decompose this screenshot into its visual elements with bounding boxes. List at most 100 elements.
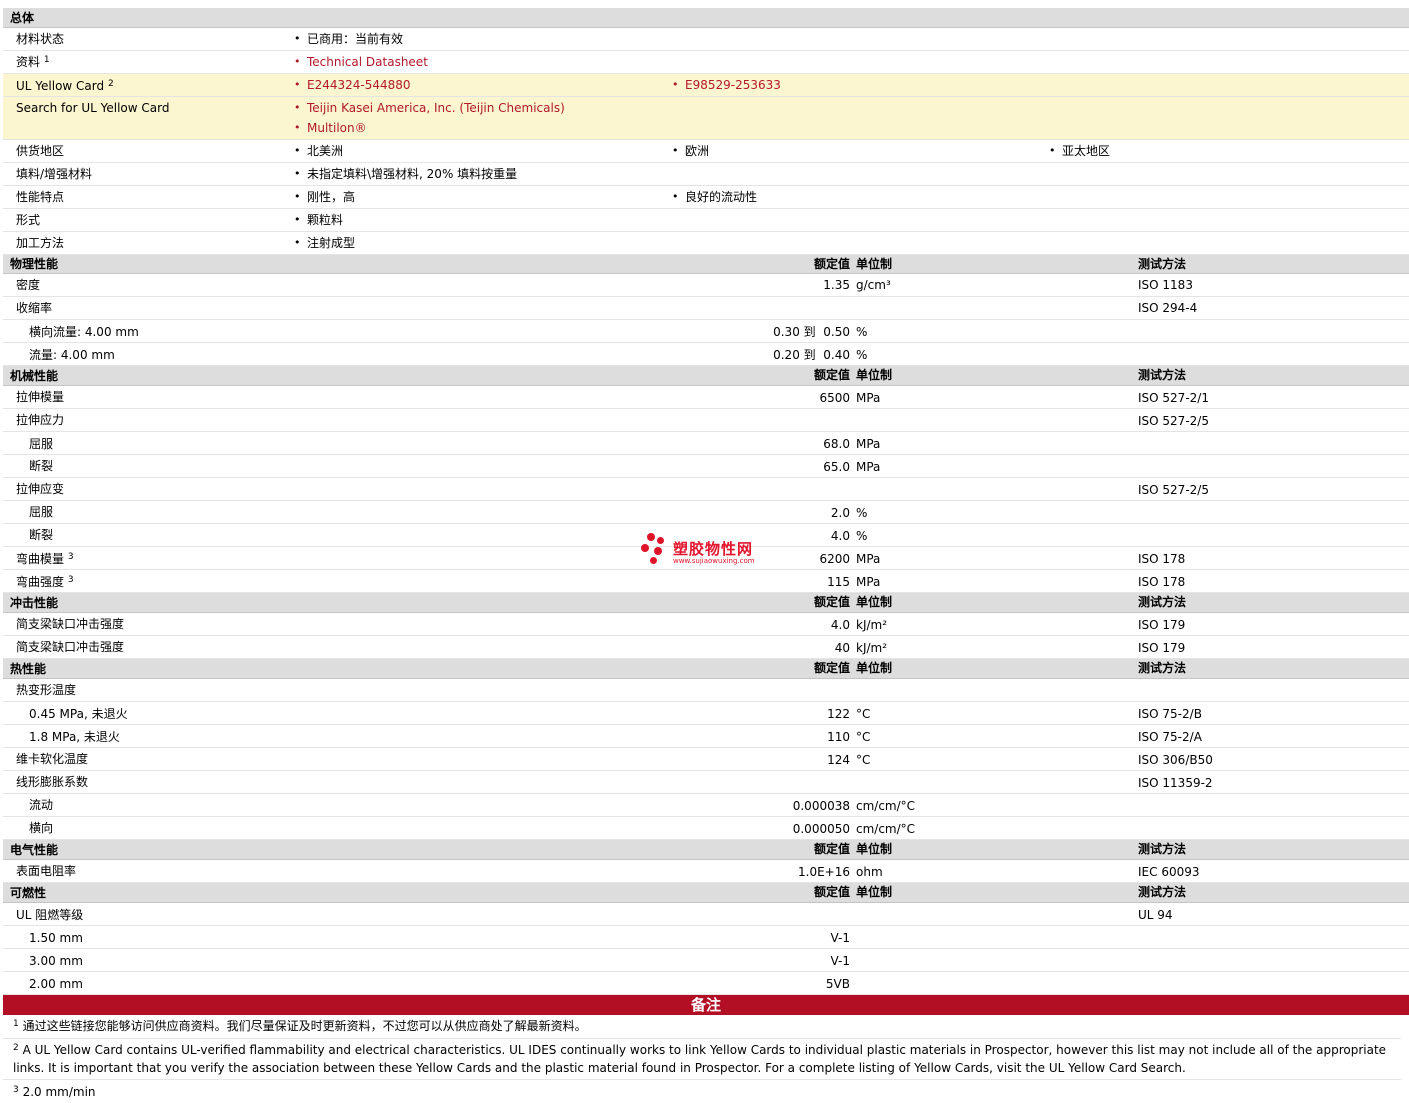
footnote-text: 通过这些链接您能够访问供应商资料。我们尽量保证及时更新资料，不过您可以从供应商处… — [22, 1019, 587, 1033]
column-header-method: 测试方法 — [1138, 595, 1187, 609]
property-value: 6200 — [819, 552, 850, 566]
property-label: 密度 — [16, 278, 41, 292]
row-processing: 加工方法 注射成型 — [3, 232, 1409, 255]
property-value: 0.30 到 0.50 — [773, 325, 850, 339]
row-documents: 资料 1 Technical Datasheet — [3, 51, 1409, 74]
property-value: V-1 — [830, 954, 850, 968]
property-row: 屈服 2.0 % — [3, 501, 1409, 524]
column-header-nominal: 额定值 — [813, 368, 850, 382]
property-label: 拉伸应力 — [16, 413, 65, 427]
property-method: ISO 179 — [1138, 618, 1186, 632]
property-unit: kJ/m² — [856, 618, 888, 632]
column-header-unit: 单位制 — [856, 661, 893, 675]
footnote: 3 2.0 mm/min — [3, 1083, 1401, 1103]
footnote-number: 3 — [13, 1085, 19, 1095]
label-text: UL Yellow Card — [16, 79, 105, 93]
property-method: ISO 306/B50 — [1138, 753, 1213, 767]
property-value: 0.20 到 0.40 — [773, 348, 850, 362]
column-header-nominal: 额定值 — [813, 595, 850, 609]
property-unit: MPa — [856, 552, 881, 566]
row-material-status: 材料状态 已商用：当前有效 — [3, 28, 1409, 51]
label-text: 弯曲模量 — [16, 552, 65, 566]
row-search-ul-card: Search for UL Yellow Card Teijin Kasei A… — [3, 97, 1409, 140]
property-row: 表面电阻率 1.0E+16 ohm IEC 60093 — [3, 860, 1409, 883]
property-label: 维卡软化温度 — [16, 752, 89, 766]
property-row: 拉伸应力 ISO 527-2/5 — [3, 409, 1409, 432]
footnote-number: 1 — [13, 1019, 19, 1029]
property-row: 1.50 mm V-1 — [3, 926, 1409, 949]
ul-card-link[interactable]: E98529-253633 — [669, 77, 781, 93]
property-unit: MPa — [856, 460, 881, 474]
property-row: 简支梁缺口冲击强度 40 kJ/m² ISO 179 — [3, 636, 1409, 659]
column-header-method: 测试方法 — [1138, 257, 1187, 271]
footnote: 1 通过这些链接您能够访问供应商资料。我们尽量保证及时更新资料，不过您可以从供应… — [3, 1017, 1401, 1039]
ul-card-link[interactable]: E244324-544880 — [291, 77, 411, 93]
footnote-text: A UL Yellow Card contains UL-verified fl… — [13, 1043, 1387, 1075]
row-ul-yellow-card: UL Yellow Card 2 E244324-544880 E98529-2… — [3, 74, 1409, 97]
property-label: UL 阻燃等级 — [16, 908, 84, 922]
tradename-link[interactable]: Multilon® — [291, 120, 367, 136]
property-unit: cm/cm/°C — [856, 799, 916, 813]
row-form: 形式 颗粒料 — [3, 209, 1409, 232]
property-label: 简支梁缺口冲击强度 — [16, 640, 125, 654]
row-features: 性能特点 刚性，高 良好的流动性 — [3, 186, 1409, 209]
property-label: 表面电阻率 — [16, 864, 77, 878]
property-value: 2.0 — [830, 506, 850, 520]
property-value: 110 — [827, 730, 850, 744]
property-unit: % — [856, 506, 868, 520]
column-header-nominal: 额定值 — [813, 257, 850, 271]
section-title: 热性能 — [10, 662, 47, 676]
logo-dot-icon — [654, 547, 662, 555]
property-method: UL 94 — [1138, 908, 1173, 922]
footnote-ref: 3 — [67, 575, 74, 585]
property-row: 热变形温度 — [3, 679, 1409, 702]
property-label: 拉伸应变 — [16, 482, 65, 496]
section-mechanical-header: 机械性能 额定值 单位制 测试方法 — [3, 366, 1409, 386]
property-value: 40 — [834, 641, 850, 655]
property-method: ISO 75-2/B — [1138, 707, 1202, 721]
property-value: 65.0 — [823, 460, 850, 474]
property-row: 弯曲强度 3 115 MPa ISO 178 — [3, 570, 1409, 593]
property-label: 屈服 — [29, 505, 54, 519]
row-label: 形式 — [16, 213, 41, 227]
property-row: 简支梁缺口冲击强度 4.0 kJ/m² ISO 179 — [3, 613, 1409, 636]
property-method: ISO 75-2/A — [1138, 730, 1202, 744]
property-label: 1.50 mm — [29, 931, 83, 945]
property-unit: % — [856, 348, 868, 362]
property-label: 0.45 MPa, 未退火 — [29, 707, 128, 721]
property-unit: °C — [856, 753, 871, 767]
property-label: 简支梁缺口冲击强度 — [16, 617, 125, 631]
row-regions: 供货地区 北美洲 欧洲 亚太地区 — [3, 140, 1409, 163]
footnote-ref: 2 — [107, 79, 114, 89]
property-value: 68.0 — [823, 437, 850, 451]
property-unit: % — [856, 325, 868, 339]
property-value: 124 — [827, 753, 850, 767]
property-label: 流动 — [29, 798, 54, 812]
technical-datasheet-link[interactable]: Technical Datasheet — [291, 54, 428, 70]
property-method: ISO 178 — [1138, 575, 1186, 589]
property-method: ISO 178 — [1138, 552, 1186, 566]
region-item: 北美洲 — [291, 143, 343, 159]
property-value: 5VB — [825, 977, 850, 991]
row-value: 颗粒料 — [291, 212, 343, 228]
property-row: 2.00 mm 5VB — [3, 972, 1409, 995]
property-label: 横向流量: 4.00 mm — [29, 325, 139, 339]
property-unit: °C — [856, 730, 871, 744]
property-unit: ohm — [856, 865, 883, 879]
property-value: 4.0 — [830, 529, 850, 543]
column-header-unit: 单位制 — [856, 595, 893, 609]
column-header-method: 测试方法 — [1138, 661, 1187, 675]
supplier-link[interactable]: Teijin Kasei America, Inc. (Teijin Chemi… — [291, 100, 565, 116]
row-value: 未指定填料\增强材料, 20% 填料按重量 — [291, 166, 517, 182]
section-title: 电气性能 — [10, 843, 59, 857]
row-label: 材料状态 — [16, 32, 65, 46]
footnote: 2 A UL Yellow Card contains UL-verified … — [3, 1041, 1401, 1080]
property-method: ISO 179 — [1138, 641, 1186, 655]
property-label: 1.8 MPa, 未退火 — [29, 730, 120, 744]
section-title: 总体 — [10, 11, 35, 25]
property-row: 流动 0.000038 cm/cm/°C — [3, 794, 1409, 817]
property-label: 2.00 mm — [29, 977, 83, 991]
property-row: 线形膨胀系数 ISO 11359-2 — [3, 771, 1409, 794]
property-method: ISO 527-2/1 — [1138, 391, 1209, 405]
property-row: 流量: 4.00 mm 0.20 到 0.40 % — [3, 343, 1409, 366]
